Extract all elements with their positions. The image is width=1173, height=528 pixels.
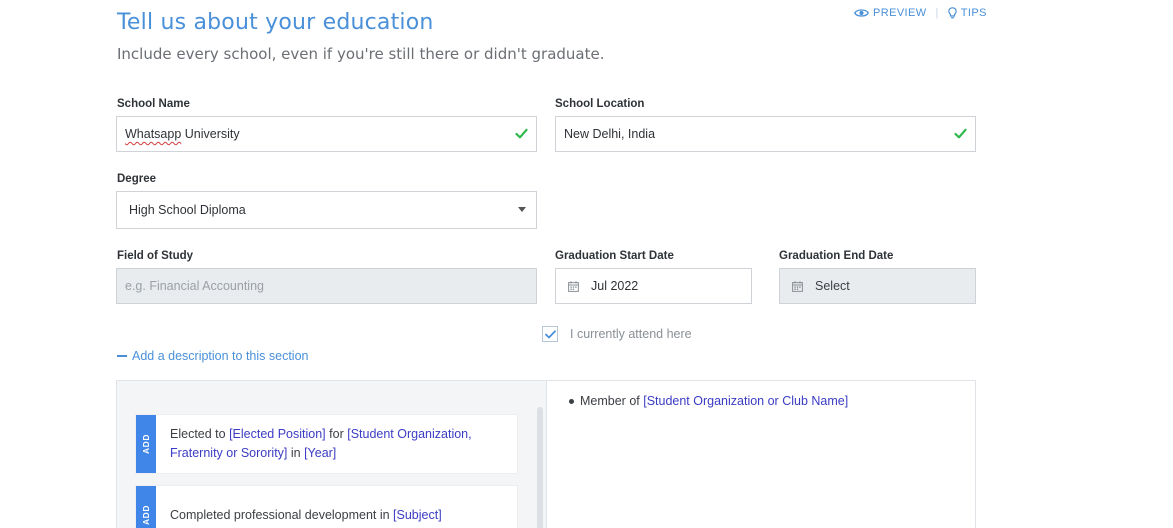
top-links-separator: |: [935, 7, 939, 19]
editor-bullet: Member of [Student Organization or Club …: [569, 394, 975, 408]
calendar-icon: [568, 280, 579, 292]
graduation-end-input[interactable]: Select: [779, 268, 976, 304]
minus-icon: [117, 355, 127, 357]
lightbulb-icon: [947, 7, 957, 19]
degree-label: Degree: [117, 173, 156, 185]
checkmark-icon: [544, 329, 556, 338]
suggestion-text: Elected to [Elected Position] for [Stude…: [170, 427, 472, 460]
school-name-input[interactable]: Whatsapp University: [116, 116, 537, 152]
field-of-study-input[interactable]: e.g. Financial Accounting: [116, 268, 537, 304]
bullet-icon: [569, 398, 574, 404]
currently-attend-row: I currently attend here: [542, 326, 692, 342]
suggestions-pane: ADD Elected to [Elected Position] for [S…: [117, 381, 547, 528]
graduation-start-label: Graduation Start Date: [555, 250, 674, 262]
spellcheck-word: Whatsapp: [125, 127, 182, 141]
tips-link[interactable]: TIPS: [947, 7, 987, 19]
field-of-study-label: Field of Study: [117, 250, 194, 262]
preview-label: PREVIEW: [873, 7, 927, 19]
tips-label: TIPS: [960, 7, 987, 19]
add-description-label: Add a description to this section: [132, 349, 309, 363]
graduation-end-label: Graduation End Date: [779, 250, 894, 262]
eye-icon: [854, 9, 869, 17]
add-suggestion-button[interactable]: ADD: [136, 486, 156, 528]
description-panel: ADD Elected to [Elected Position] for [S…: [116, 380, 976, 528]
school-location-input[interactable]: New Delhi, India: [555, 116, 976, 152]
currently-attend-label: I currently attend here: [570, 327, 692, 341]
school-name-label: School Name: [117, 98, 190, 110]
degree-value: High School Diploma: [129, 203, 246, 217]
suggestion-text: Completed professional development in [S…: [170, 507, 442, 522]
description-editor[interactable]: Member of [Student Organization or Club …: [547, 381, 975, 528]
school-name-value: Whatsapp University: [125, 127, 240, 141]
graduation-end-value: Select: [815, 279, 850, 293]
graduation-start-input[interactable]: Jul 2022: [555, 268, 752, 304]
graduation-start-value: Jul 2022: [591, 279, 639, 293]
suggestion-card[interactable]: ADD Elected to [Elected Position] for [S…: [135, 414, 518, 474]
checkmark-icon: [954, 128, 967, 139]
editor-bullet-text: Member of [Student Organization or Club …: [580, 394, 849, 408]
add-suggestion-button[interactable]: ADD: [136, 415, 156, 473]
caret-down-icon: [518, 207, 526, 212]
school-location-value: New Delhi, India: [564, 127, 656, 141]
currently-attend-checkbox[interactable]: [542, 326, 558, 342]
school-location-label: School Location: [555, 98, 645, 110]
page-subtitle: Include every school, even if you're sti…: [117, 45, 605, 63]
add-description-toggle[interactable]: Add a description to this section: [117, 349, 309, 363]
preview-link[interactable]: PREVIEW: [854, 7, 927, 19]
degree-select[interactable]: High School Diploma: [116, 191, 537, 229]
calendar-icon: [792, 280, 803, 292]
page-title: Tell us about your education: [117, 10, 434, 35]
checkmark-icon: [515, 128, 528, 139]
top-links: PREVIEW | TIPS: [854, 7, 987, 19]
suggestions-scrollbar[interactable]: [537, 407, 543, 528]
suggestion-card[interactable]: ADD Completed professional development i…: [135, 485, 518, 528]
school-name-value-rest: University: [181, 127, 240, 141]
field-of-study-placeholder: e.g. Financial Accounting: [125, 279, 264, 293]
